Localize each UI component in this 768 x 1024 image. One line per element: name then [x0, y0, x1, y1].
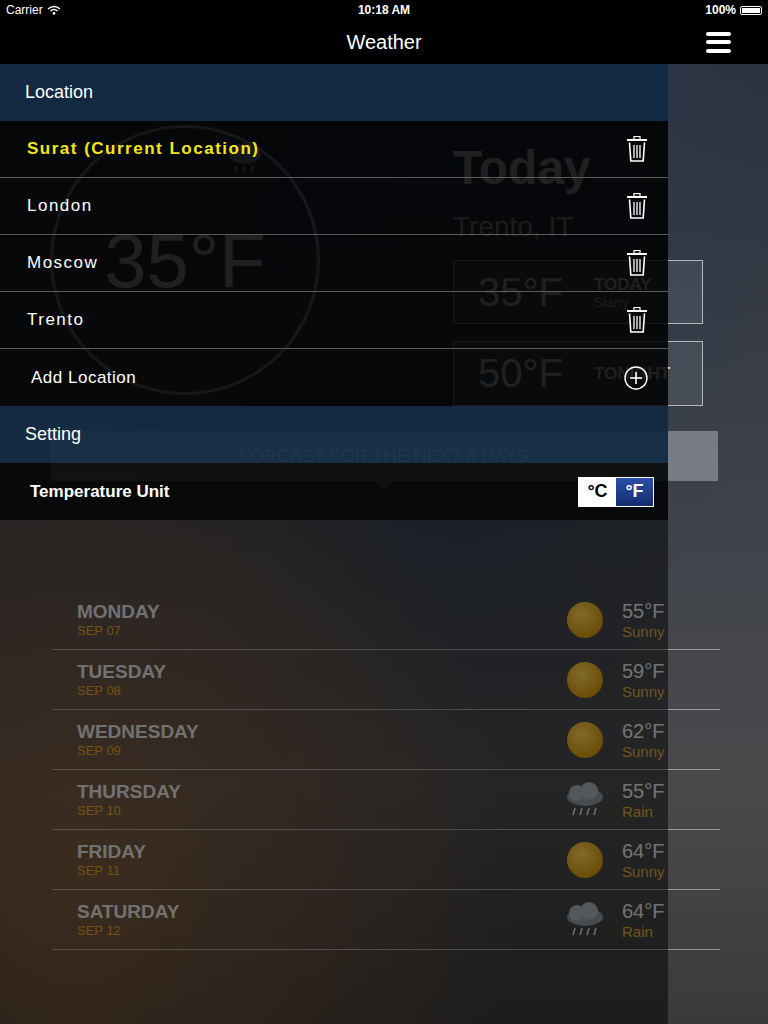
location-item[interactable]: London [0, 178, 668, 235]
add-location-item[interactable]: Add Location [0, 349, 668, 406]
temperature-unit-item: Temperature Unit°C°F [0, 463, 668, 520]
hamburger-icon[interactable] [706, 32, 731, 53]
unit-option[interactable]: °F [616, 478, 653, 506]
clock: 10:18 AM [358, 3, 410, 17]
unit-option[interactable]: °C [579, 478, 616, 506]
battery-icon [740, 6, 762, 15]
trash-icon[interactable] [626, 250, 648, 276]
weather-screen: 35°FTodayTrento, IT35°FTODAYStarry50°FTO… [0, 64, 768, 1024]
carrier-label: Carrier [6, 3, 43, 17]
nav-bar: Weather [0, 20, 768, 64]
trash-icon[interactable] [626, 136, 648, 162]
settings-header: Setting [0, 406, 668, 463]
plus-circle-icon[interactable] [624, 366, 648, 390]
trash-icon[interactable] [626, 193, 648, 219]
weather-app: Carrier 10:18 AM 100% Weather 35°FTodayTrent… [0, 0, 768, 1024]
unit-toggle[interactable]: °C°F [578, 477, 654, 507]
trash-icon[interactable] [626, 307, 648, 333]
location-item[interactable]: Trento [0, 292, 668, 349]
wifi-icon [47, 5, 61, 15]
battery-label: 100% [705, 3, 736, 17]
location-header: Location [0, 64, 668, 121]
nav-title: Weather [346, 31, 421, 54]
status-bar: Carrier 10:18 AM 100% [0, 0, 768, 20]
location-item[interactable]: Surat (Current Location) [0, 121, 668, 178]
side-menu: LocationSurat (Current Location)LondonMo… [0, 64, 668, 1024]
location-item[interactable]: Moscow [0, 235, 668, 292]
